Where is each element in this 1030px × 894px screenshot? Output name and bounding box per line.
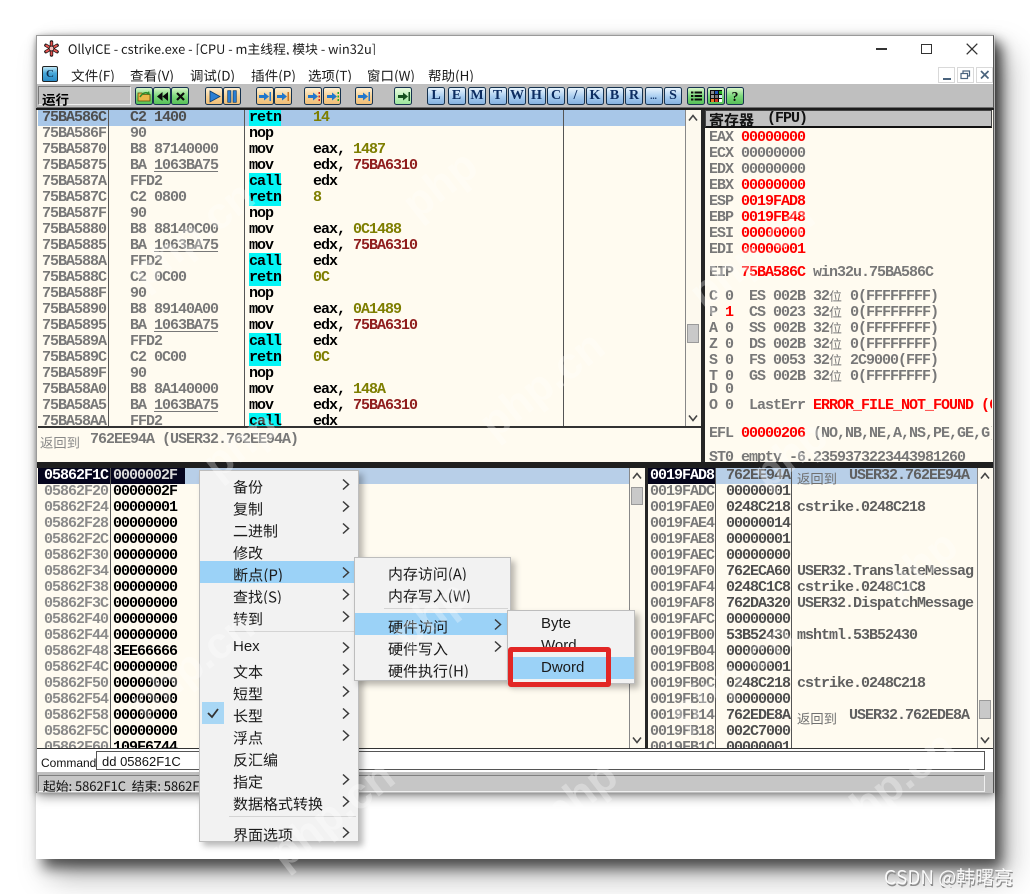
svg-text:?: ? — [732, 90, 739, 103]
